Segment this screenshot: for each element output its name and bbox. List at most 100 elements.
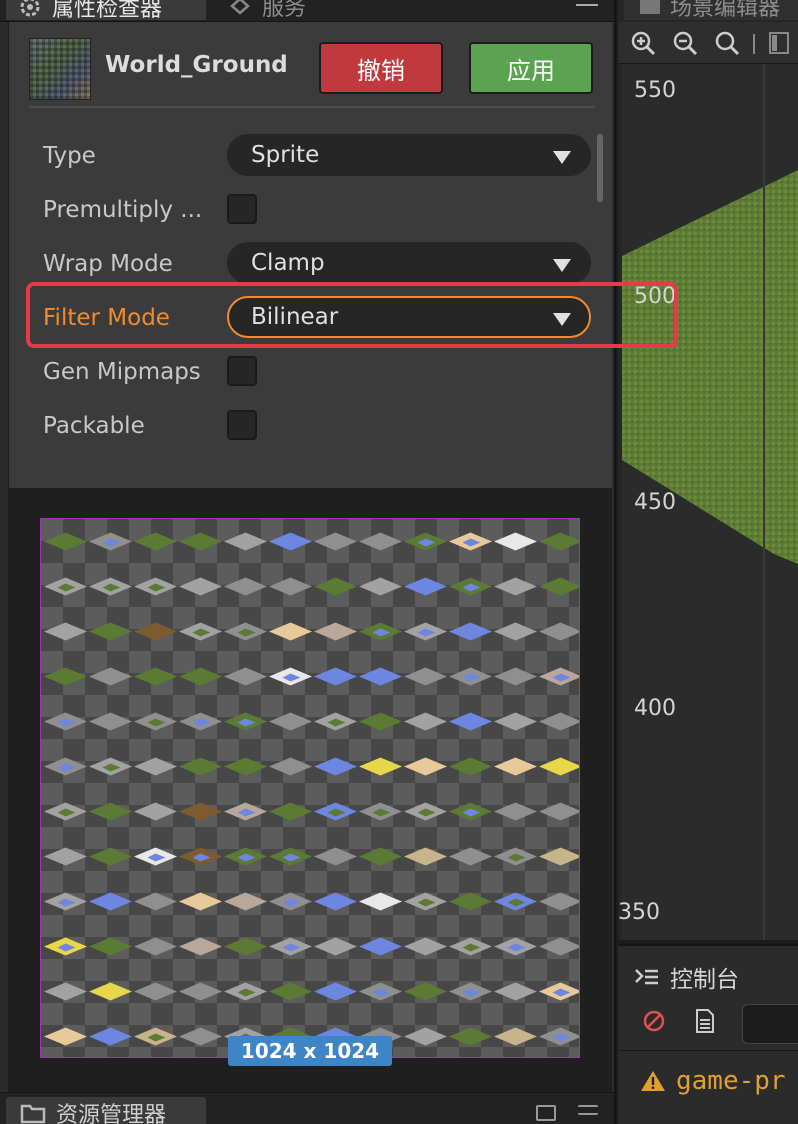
tile-diamond bbox=[359, 667, 402, 686]
tile-diamond bbox=[314, 667, 357, 686]
axis-label-400: 400 bbox=[634, 696, 676, 721]
console-filter-input[interactable] bbox=[742, 1004, 798, 1044]
tile-diamond bbox=[44, 667, 87, 686]
tile-diamond bbox=[179, 532, 222, 551]
scene-viewport[interactable]: 550 500 450 400 350 bbox=[618, 64, 798, 940]
tile-diamond bbox=[314, 847, 357, 866]
tile-diamond bbox=[224, 937, 267, 956]
tile-diamond bbox=[179, 802, 222, 821]
console-log-entry[interactable]: game-pr bbox=[640, 1066, 786, 1096]
packable-checkbox[interactable] bbox=[227, 410, 257, 440]
tile-diamond bbox=[314, 982, 357, 1001]
header-divider bbox=[29, 106, 595, 108]
log-file-icon[interactable] bbox=[694, 1008, 716, 1034]
tile-diamond bbox=[449, 712, 492, 731]
zoom-out-icon[interactable] bbox=[672, 30, 698, 56]
chevron-down-icon bbox=[553, 313, 571, 326]
tile-diamond bbox=[314, 757, 357, 776]
tile-diamond bbox=[494, 532, 537, 551]
asset-name: World_Ground bbox=[105, 52, 288, 78]
tile-diamond bbox=[359, 757, 402, 776]
tile-diamond bbox=[134, 802, 177, 821]
tile-diamond bbox=[89, 1027, 132, 1046]
tile-diamond bbox=[449, 622, 492, 641]
tile-diamond bbox=[89, 667, 132, 686]
tile-diamond bbox=[314, 937, 357, 956]
tile-diamond bbox=[539, 802, 579, 821]
texture-preview-image bbox=[40, 518, 580, 1058]
tab-scene-editor[interactable]: 场景编辑器 bbox=[624, 0, 798, 21]
tile-diamond bbox=[224, 892, 267, 911]
wrap-mode-select[interactable]: Clamp bbox=[227, 242, 591, 284]
tile-diamond bbox=[179, 937, 222, 956]
chevron-down-icon bbox=[553, 259, 571, 272]
clear-icon[interactable] bbox=[642, 1009, 666, 1033]
premultiply-checkbox[interactable] bbox=[227, 194, 257, 224]
tile-diamond bbox=[494, 757, 537, 776]
tile-diamond bbox=[134, 667, 177, 686]
layout-icon[interactable] bbox=[766, 30, 792, 56]
tile-diamond bbox=[449, 1027, 492, 1046]
tile-diamond bbox=[269, 802, 312, 821]
revert-button[interactable]: 撤销 bbox=[319, 42, 443, 94]
tile-diamond bbox=[89, 982, 132, 1001]
tile-diamond bbox=[89, 847, 132, 866]
zoom-in-icon[interactable] bbox=[630, 30, 656, 56]
tile-diamond bbox=[134, 622, 177, 641]
tile-diamond bbox=[179, 757, 222, 776]
gen-mipmaps-checkbox[interactable] bbox=[227, 356, 257, 386]
console-title-label: 控制台 bbox=[670, 967, 739, 993]
tile-diamond bbox=[359, 937, 402, 956]
warning-icon bbox=[641, 1071, 665, 1091]
tile-diamond bbox=[539, 622, 579, 641]
filter-mode-select[interactable]: Bilinear bbox=[227, 296, 591, 338]
tile-diamond bbox=[179, 892, 222, 911]
tab-inspector-label: 属性检查器 bbox=[52, 0, 163, 22]
prop-label-wrap-mode: Wrap Mode bbox=[43, 251, 173, 277]
prop-label-premultiply: Premultiply ... bbox=[43, 197, 203, 223]
tile-diamond bbox=[89, 622, 132, 641]
tile-diamond bbox=[494, 622, 537, 641]
toolbar-separator bbox=[753, 34, 755, 54]
tile-diamond bbox=[359, 577, 402, 596]
panel-menu-icon[interactable] bbox=[578, 1105, 598, 1115]
scene-icon bbox=[640, 0, 660, 14]
tile-diamond bbox=[269, 712, 312, 731]
tile-diamond bbox=[269, 622, 312, 641]
tile-diamond bbox=[134, 937, 177, 956]
tab-services[interactable]: 服务 bbox=[216, 0, 318, 21]
tile-diamond bbox=[494, 1027, 537, 1046]
inspector-panel: 属性检查器 服务 World_Ground 撤销 应用 Type Sprite bbox=[0, 0, 616, 1124]
tile-diamond bbox=[134, 892, 177, 911]
axis-label-500: 500 bbox=[634, 284, 676, 309]
type-select[interactable]: Sprite bbox=[227, 134, 591, 176]
scene-panel: 场景编辑器 550 500 450 400 350 bbox=[618, 0, 798, 940]
tile-diamond bbox=[494, 712, 537, 731]
apply-button[interactable]: 应用 bbox=[469, 42, 593, 94]
tile-diamond bbox=[224, 532, 267, 551]
tile-diamond bbox=[359, 847, 402, 866]
tile-diamond bbox=[44, 847, 87, 866]
tile-diamond bbox=[44, 982, 87, 1001]
tab-assets[interactable]: 资源管理器 bbox=[6, 1097, 206, 1124]
type-select-value: Sprite bbox=[251, 142, 320, 168]
prop-label-packable: Packable bbox=[43, 413, 145, 439]
popout-icon[interactable] bbox=[536, 1105, 556, 1121]
search-icon[interactable] bbox=[714, 30, 740, 56]
console-panel: 控制台 game-pr bbox=[618, 944, 798, 1124]
tile-diamond bbox=[89, 802, 132, 821]
tile-diamond bbox=[314, 892, 357, 911]
tile-diamond bbox=[179, 577, 222, 596]
texture-preview: 1024 x 1024 bbox=[8, 488, 612, 1092]
tab-inspector[interactable]: 属性检查器 bbox=[6, 0, 206, 22]
tile-diamond bbox=[539, 712, 579, 731]
panel-menu-icon[interactable] bbox=[576, 0, 598, 10]
tile-diamond bbox=[44, 532, 87, 551]
tile-diamond bbox=[449, 892, 492, 911]
tile-diamond bbox=[539, 577, 579, 596]
tile-diamond bbox=[179, 982, 222, 1001]
tile-diamond bbox=[404, 1027, 447, 1046]
console-title: 控制台 bbox=[634, 960, 739, 994]
prop-row-type: Type Sprite bbox=[9, 134, 599, 178]
prop-row-packable: Packable bbox=[9, 404, 599, 448]
